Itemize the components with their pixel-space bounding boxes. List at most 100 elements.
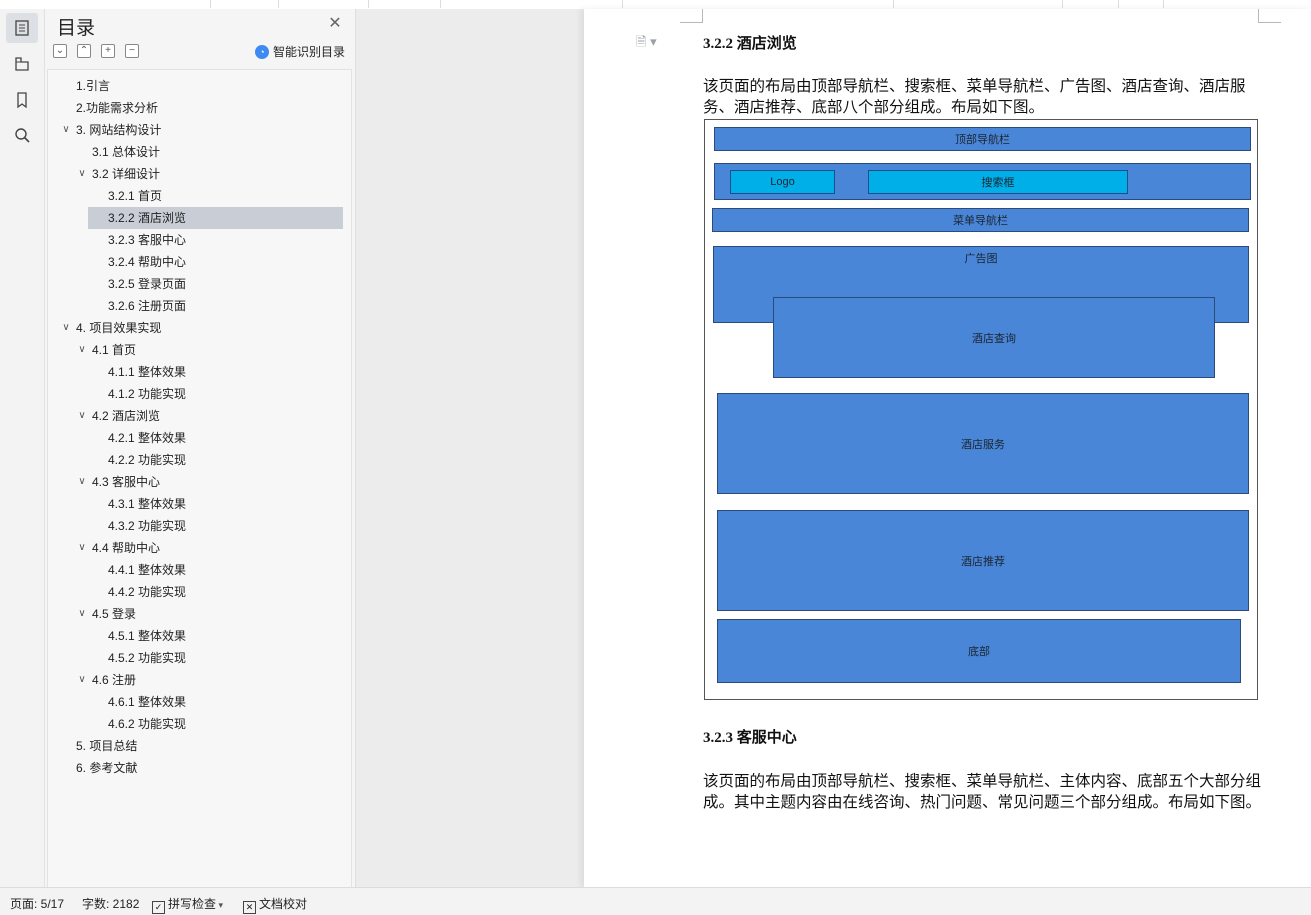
toc-item[interactable]: 4.6.1 整体效果 (48, 691, 351, 713)
toc-item-label: 4.2.2 功能实现 (108, 453, 187, 467)
toc-item-label: 5. 项目总结 (76, 739, 138, 753)
chevron-down-icon[interactable]: ∨ (76, 603, 88, 625)
toc-item[interactable]: ∨ 3. 网站结构设计 (48, 119, 351, 141)
strip-divider (440, 0, 441, 8)
smart-toc-label: 智能识别目录 (273, 45, 346, 59)
chevron-down-icon[interactable]: ∨ (76, 537, 88, 559)
toc-item-label: 4.3.1 整体效果 (108, 497, 187, 511)
spell-check-button[interactable]: ✓ 拼写检查 ▾ (152, 895, 223, 914)
toc-item[interactable]: 3.2.1 首页 (48, 185, 351, 207)
section-paragraph: 该页面的布局由顶部导航栏、搜索框、菜单导航栏、主体内容、底部五个大部分组成。其中… (703, 773, 1262, 811)
toc-item-label: 3. 网站结构设计 (76, 123, 162, 137)
toc-icon[interactable] (6, 13, 38, 43)
toc-item[interactable]: ∨ 4.1 首页 (48, 339, 351, 361)
expand-all-icon[interactable]: ⌃ (77, 44, 91, 58)
toc-item[interactable]: 3.1 总体设计 (48, 141, 351, 163)
toc-item[interactable]: 3.2.5 登录页面 (48, 273, 351, 295)
diagram-search: 搜索框 (868, 170, 1128, 194)
word-count[interactable]: 字数: 2182 (82, 895, 139, 912)
toc-item[interactable]: ∨ 4.2 酒店浏览 (48, 405, 351, 427)
proofread-icon: ✕ (243, 901, 256, 914)
toc-item-label: 4.4.1 整体效果 (108, 563, 187, 577)
ai-icon: ◔ (255, 44, 269, 59)
toc-item[interactable]: ∨ 4.6 注册 (48, 669, 351, 691)
toc-item[interactable]: 3.2.6 注册页面 (48, 295, 351, 317)
checkbox-icon: ✓ (152, 901, 165, 914)
outline-icon[interactable] (6, 49, 38, 79)
page-corner-mark (1258, 9, 1281, 23)
toc-item[interactable]: 4.1.2 功能实现 (48, 383, 351, 405)
toc-item[interactable]: ∨ 4.3 客服中心 (48, 471, 351, 493)
toc-item-label: 4.5 登录 (92, 607, 137, 621)
strip-divider (1118, 0, 1119, 8)
toc-item-label: 4.2 酒店浏览 (92, 409, 161, 423)
toc-item-label: 4.6 注册 (92, 673, 137, 687)
toc-item[interactable]: ∨ 4.5 登录 (48, 603, 351, 625)
toc-item-label: 3.2.3 客服中心 (108, 233, 187, 247)
collapse-all-icon[interactable]: ⌄ (53, 44, 67, 58)
toc-item[interactable]: 3.2.3 客服中心 (48, 229, 351, 251)
chevron-down-icon[interactable]: ∨ (60, 119, 72, 141)
proofread-label: 文档校对 (259, 897, 308, 911)
add-heading-icon[interactable]: + (101, 44, 115, 58)
spell-check-label: 拼写检查 (168, 897, 217, 911)
diagram-menu-nav: 菜单导航栏 (712, 208, 1249, 232)
toc-item[interactable]: ∨ 3.2 详细设计 (48, 163, 351, 185)
toc-item-label: 3.2 详细设计 (92, 167, 161, 181)
toc-item[interactable]: 4.2.2 功能实现 (48, 449, 351, 471)
chevron-down-icon[interactable]: ∨ (76, 339, 88, 361)
toc-item[interactable]: 4.3.1 整体效果 (48, 493, 351, 515)
strip-divider (278, 0, 279, 8)
search-icon[interactable] (6, 120, 38, 150)
toc-item-label: 3.2.6 注册页面 (108, 299, 187, 313)
toc-item-label: 3.2.5 登录页面 (108, 277, 187, 291)
remove-heading-icon[interactable]: − (125, 44, 139, 58)
toc-title: 目录 (57, 18, 96, 39)
toc-item-label: 4.5.2 功能实现 (108, 651, 187, 665)
toc-item[interactable]: 4.4.1 整体效果 (48, 559, 351, 581)
close-icon[interactable]: ✕ (327, 16, 343, 32)
toc-item[interactable]: 6. 参考文献 (48, 757, 351, 779)
toc-item[interactable]: 5. 项目总结 (48, 735, 351, 757)
strip-divider (893, 0, 894, 8)
diagram-hotel-recommend: 酒店推荐 (717, 510, 1249, 611)
diagram-hotel-query: 酒店查询 (773, 297, 1215, 378)
toc-item-label: 4.6.1 整体效果 (108, 695, 187, 709)
toc-item[interactable]: 3.2.2 酒店浏览 (48, 207, 351, 229)
toc-item[interactable]: 4.3.2 功能实现 (48, 515, 351, 537)
bookmark-icon[interactable] (6, 85, 38, 115)
toc-item-label: 3.2.4 帮助中心 (108, 255, 187, 269)
strip-divider (210, 0, 211, 8)
toc-list: 1.引言 2.功能需求分析 ∨ 3. 网站结构设计 3.1 总体设计 ∨ 3.2 详细设计 3… (47, 69, 352, 888)
diagram-logo: Logo (730, 170, 835, 194)
toc-item[interactable]: 4.5.2 功能实现 (48, 647, 351, 669)
toc-item-label: 4.4.2 功能实现 (108, 585, 187, 599)
toc-item[interactable]: 4.6.2 功能实现 (48, 713, 351, 735)
page-count[interactable]: 页面: 5/17 (10, 895, 64, 912)
toc-item[interactable]: 4.4.2 功能实现 (48, 581, 351, 603)
toc-item-label: 4.5.1 整体效果 (108, 629, 187, 643)
toc-item[interactable]: 4.2.1 整体效果 (48, 427, 351, 449)
proofread-button[interactable]: ✕ 文档校对 (243, 895, 307, 914)
chevron-down-icon[interactable]: ∨ (76, 471, 88, 493)
chevron-down-icon[interactable]: ∨ (76, 405, 88, 427)
page-options-icon[interactable]: 🗎 ▾ (636, 33, 657, 55)
chevron-down-icon[interactable]: ∨ (76, 163, 88, 185)
toc-item[interactable]: 3.2.4 帮助中心 (48, 251, 351, 273)
toc-item[interactable]: 4.1.1 整体效果 (48, 361, 351, 383)
toc-item[interactable]: ∨ 4. 项目效果实现 (48, 317, 351, 339)
toc-item-label: 6. 参考文献 (76, 761, 138, 775)
toc-item-label: 1.引言 (76, 79, 111, 93)
section-heading: 3.2.2 酒店浏览 (703, 36, 797, 52)
toc-item-label: 4.6.2 功能实现 (108, 717, 187, 731)
chevron-down-icon: ▾ (216, 900, 224, 910)
toc-item[interactable]: 1.引言 (48, 75, 351, 97)
chevron-down-icon[interactable]: ∨ (76, 669, 88, 691)
smart-toc-button[interactable]: ◔ 智能识别目录 (255, 43, 345, 60)
toc-item[interactable]: 2.功能需求分析 (48, 97, 351, 119)
toc-panel: 目录 ✕ ⌄ ⌃ + − ◔ 智能识别目录 1.引言 2.功能需求分析 ∨ 3. 网站… (45, 9, 355, 888)
toc-item-label: 4.3 客服中心 (92, 475, 161, 489)
toc-item[interactable]: 4.5.1 整体效果 (48, 625, 351, 647)
chevron-down-icon[interactable]: ∨ (60, 317, 72, 339)
toc-item[interactable]: ∨ 4.4 帮助中心 (48, 537, 351, 559)
